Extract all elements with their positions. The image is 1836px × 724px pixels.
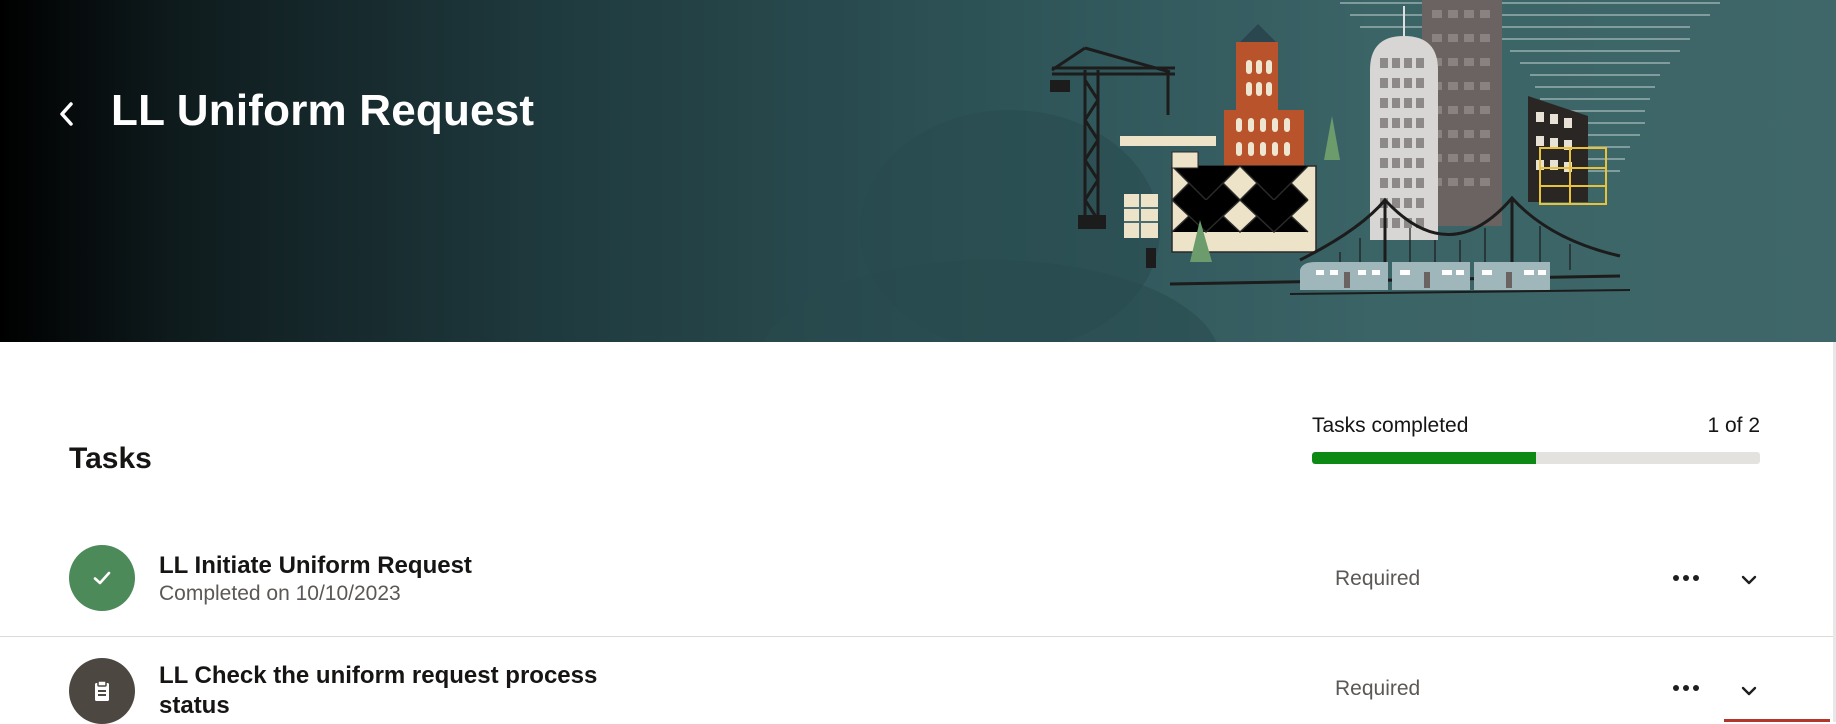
back-button[interactable] <box>48 92 84 136</box>
clipboard-icon <box>95 680 109 701</box>
progress-bar-fill <box>1312 452 1536 464</box>
task-requirement: Required <box>1335 677 1421 700</box>
more-actions-button[interactable] <box>1668 563 1704 593</box>
expand-button[interactable] <box>1734 565 1764 595</box>
task-subtitle: Completed on 10/10/2023 <box>159 582 401 605</box>
city-illustration <box>1050 0 1720 295</box>
header-banner: LL Uniform Request <box>0 0 1836 342</box>
task-title[interactable]: LL Initiate Uniform Request <box>159 551 629 581</box>
progress-label: Tasks completed <box>1312 414 1469 437</box>
tasks-heading: Tasks <box>69 442 152 475</box>
chevron-left-icon <box>60 102 73 126</box>
task-title[interactable]: LL Check the uniform request process sta… <box>159 661 629 721</box>
expand-button[interactable] <box>1734 676 1764 706</box>
task-row[interactable]: LL Initiate Uniform Request Completed on… <box>0 540 1833 637</box>
more-actions-button[interactable] <box>1668 673 1704 703</box>
chevron-down-icon <box>1741 686 1757 696</box>
task-requirement: Required <box>1335 567 1421 590</box>
more-horizontal-icon <box>1673 685 1699 691</box>
task-status-badge <box>69 545 135 611</box>
task-status-badge <box>69 658 135 724</box>
progress-count: 1 of 2 <box>1707 414 1760 437</box>
progress-bar <box>1312 452 1760 464</box>
more-horizontal-icon <box>1673 575 1699 581</box>
chevron-down-icon <box>1741 575 1757 585</box>
checkmark-icon <box>93 571 111 585</box>
page-title: LL Uniform Request <box>111 86 535 135</box>
task-row[interactable]: LL Check the uniform request process sta… <box>0 637 1833 724</box>
